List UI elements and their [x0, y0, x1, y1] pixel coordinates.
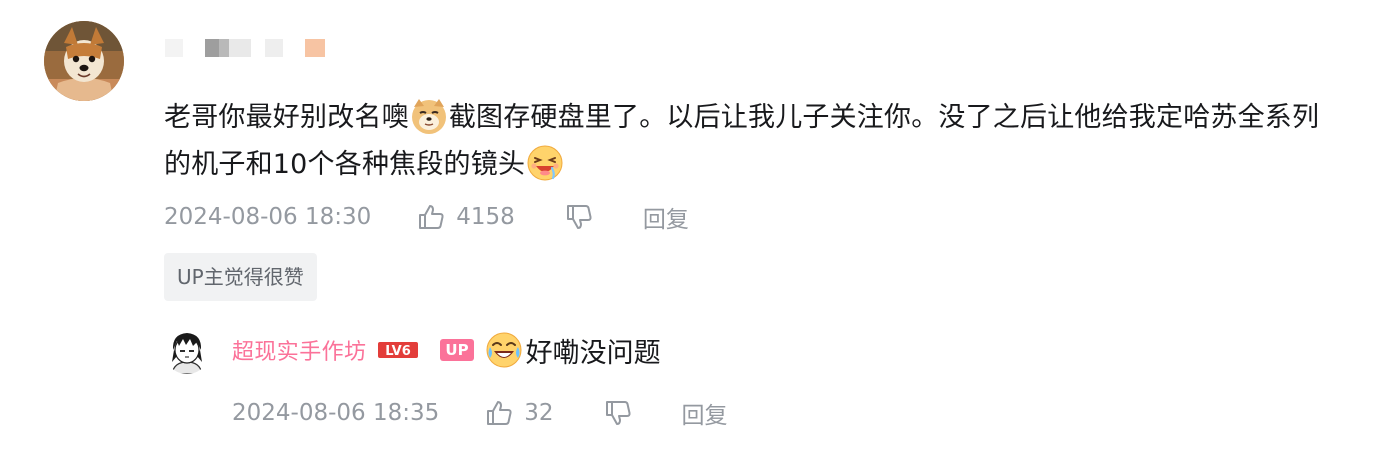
comment-timestamp: 2024-08-06 18:30: [164, 204, 372, 230]
avatar[interactable]: [44, 21, 124, 101]
comment-thread: 老哥你最好别改名噢 截图存硬盘里了。以后让我儿子关注你。没了之后让他给我定哈苏全…: [0, 0, 1382, 450]
reply-text: 好嘞没问题: [484, 331, 661, 370]
up-liked-tag: UP主觉得很赞: [164, 253, 317, 301]
username-mask-block: [219, 38, 229, 57]
like-button[interactable]: 4158: [417, 203, 515, 231]
username-mask-block: [305, 38, 325, 57]
like-count: 4158: [456, 204, 515, 230]
reply-avatar[interactable]: [164, 328, 210, 374]
doge-emoji-icon: [410, 97, 448, 135]
level-badge-text: LV6: [386, 344, 412, 359]
reply-like-button[interactable]: 32: [485, 399, 554, 427]
reply-username[interactable]: 超现实手作坊: [232, 334, 366, 366]
up-badge: UP: [440, 339, 474, 361]
anime-avatar-icon: [164, 328, 210, 374]
thumbs-down-icon: [565, 203, 593, 231]
username-mask-block: [229, 38, 251, 57]
reply-reply-button[interactable]: 回复: [682, 396, 728, 430]
dislike-button[interactable]: [565, 203, 593, 231]
reply-meta-row: 2024-08-06 18:35 32 回复: [232, 396, 728, 430]
thumbs-up-icon: [417, 203, 445, 231]
corgi-avatar-icon: [44, 21, 124, 101]
reply-timestamp: 2024-08-06 18:35: [232, 400, 440, 426]
comment-meta-row: 2024-08-06 18:30 4158 回复: [164, 200, 689, 234]
level-6-icon: LV6: [378, 342, 419, 359]
comment-text-part1: 老哥你最好别改名噢: [164, 102, 409, 133]
thumbs-down-icon: [604, 399, 632, 427]
reply-like-count: 32: [524, 400, 554, 426]
reply-text-content: 好嘞没问题: [525, 337, 661, 369]
username-mask-block: [205, 38, 219, 57]
reply-header: 超现实手作坊 LV6 UP 好嘞没问题: [232, 328, 661, 372]
username-masked[interactable]: [165, 38, 325, 57]
username-mask-block: [165, 38, 183, 57]
reply-dislike-button[interactable]: [604, 399, 632, 427]
drooling-face-emoji-icon: [526, 144, 564, 182]
level-badge: LV6: [378, 341, 419, 359]
username-mask-block: [251, 38, 265, 57]
laughing-crying-emoji-icon: [485, 331, 523, 369]
reply-button[interactable]: 回复: [643, 200, 689, 234]
username-mask-block: [265, 38, 283, 57]
username-mask-block: [283, 38, 305, 57]
username-mask-block: [183, 38, 205, 57]
thumbs-up-icon: [485, 399, 513, 427]
comment-text: 老哥你最好别改名噢 截图存硬盘里了。以后让我儿子关注你。没了之后让他给我定哈苏全…: [164, 94, 1324, 188]
